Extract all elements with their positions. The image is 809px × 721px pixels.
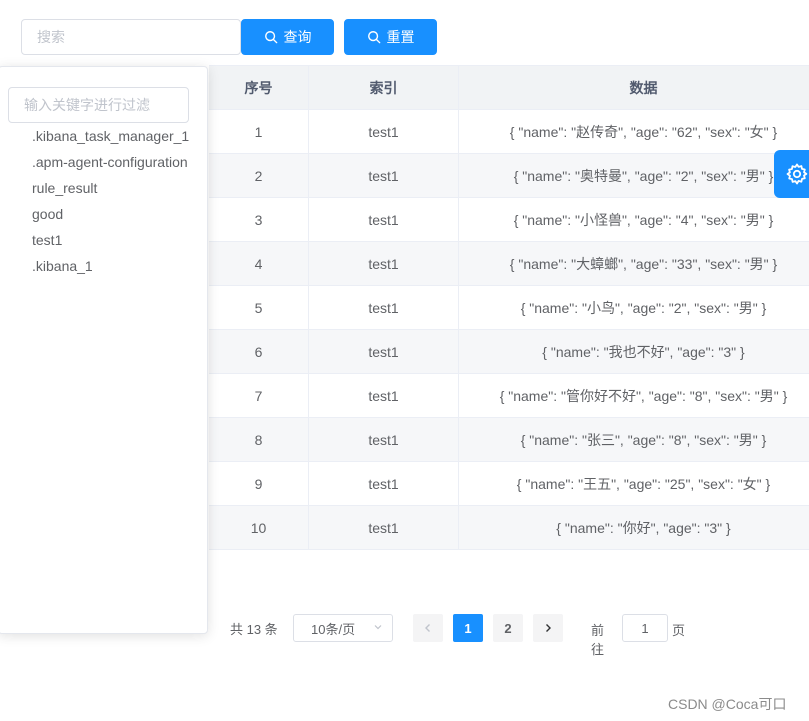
- cell-data: { "name": "赵传奇", "age": "62", "sex": "女"…: [459, 110, 809, 153]
- page: 查询 重置 序号 索引 数据 1test1{ "name": "赵传奇", "a…: [0, 0, 809, 721]
- jumper-suffix: 页: [672, 623, 686, 638]
- cell-data: { "name": "小怪兽", "age": "4", "sex": "男" …: [459, 198, 809, 241]
- tree-item[interactable]: good: [32, 201, 189, 227]
- cell-index: test1: [309, 110, 459, 153]
- chevron-right-icon: [546, 624, 551, 632]
- cell-index: test1: [309, 154, 459, 197]
- cell-data: { "name": "奥特曼", "age": "2", "sex": "男" …: [459, 154, 809, 197]
- page-size-select[interactable]: 10条/页: [293, 614, 393, 642]
- tree-item[interactable]: test1: [32, 227, 189, 253]
- table-row[interactable]: 7 test1{ "name": "管你好不好", "age": "8", "se…: [209, 374, 809, 418]
- chevron-down-icon: [374, 625, 382, 630]
- filter-input[interactable]: [8, 87, 189, 123]
- query-button[interactable]: 查询: [241, 19, 334, 55]
- table-row[interactable]: 3 test1{ "name": "小怪兽", "age": "4", "sex"…: [209, 198, 809, 242]
- table-row[interactable]: 10 test1{ "name": "你好", "age": "3" }: [209, 506, 809, 550]
- table-row[interactable]: 2 test1{ "name": "奥特曼", "age": "2", "sex"…: [209, 154, 809, 198]
- cell-data: { "name": "小鸟", "age": "2", "sex": "男" }: [459, 286, 809, 329]
- cell-index: test1: [309, 242, 459, 285]
- cell-no: 3: [209, 198, 309, 241]
- cell-data: { "name": "大蟑螂", "age": "33", "sex": "男"…: [459, 242, 809, 285]
- table-row[interactable]: 1 test1{ "name": "赵传奇", "age": "62", "sex…: [209, 110, 809, 154]
- tree-item[interactable]: .apm-agent-configuration: [32, 149, 189, 175]
- settings-button[interactable]: [774, 150, 809, 198]
- gear-icon: [786, 163, 808, 185]
- index-tree: .kibana_task_manager_1 .apm-agent-config…: [32, 123, 189, 279]
- tree-item[interactable]: .kibana_1: [32, 253, 189, 279]
- cell-data: { "name": "我也不好", "age": "3" }: [459, 330, 809, 373]
- pagination: 共 13 条 10条/页 1 2 前往 页: [230, 614, 685, 657]
- cell-no: 8: [209, 418, 309, 461]
- table-header: 序号 索引 数据: [209, 65, 809, 110]
- search-icon: [264, 31, 277, 44]
- cell-index: test1: [309, 330, 459, 373]
- next-page-button[interactable]: [533, 614, 563, 642]
- table-body: 1 test1{ "name": "赵传奇", "age": "62", "sex…: [209, 110, 809, 550]
- cell-no: 10: [209, 506, 309, 549]
- chevron-left-icon: [425, 624, 430, 632]
- tree-item[interactable]: .kibana_task_manager_1: [32, 123, 189, 149]
- table-row[interactable]: 5 test1{ "name": "小鸟", "age": "2", "sex":…: [209, 286, 809, 330]
- cell-data: { "name": "张三", "age": "8", "sex": "男" }: [459, 418, 809, 461]
- column-header-no: 序号: [209, 66, 309, 109]
- query-button-label: 查询: [283, 29, 312, 45]
- page-size-value: 10条/页: [311, 621, 356, 637]
- cell-index: test1: [309, 462, 459, 505]
- cell-index: test1: [309, 286, 459, 329]
- table-row[interactable]: 6 test1{ "name": "我也不好", "age": "3" }: [209, 330, 809, 374]
- page-button-2[interactable]: 2: [493, 614, 523, 642]
- cell-no: 9: [209, 462, 309, 505]
- pagination-total: 共 13 条: [230, 621, 278, 637]
- table-row[interactable]: 8 test1{ "name": "张三", "age": "8", "sex":…: [209, 418, 809, 462]
- column-header-index: 索引: [309, 66, 459, 109]
- page-button-1[interactable]: 1: [453, 614, 483, 642]
- tree-item[interactable]: rule_result: [32, 175, 189, 201]
- jumper-prefix: 前往: [591, 623, 605, 657]
- cell-no: 6: [209, 330, 309, 373]
- cell-no: 4: [209, 242, 309, 285]
- cell-no: 2: [209, 154, 309, 197]
- table-row[interactable]: 9 test1{ "name": "王五", "age": "25", "sex"…: [209, 462, 809, 506]
- cell-index: test1: [309, 374, 459, 417]
- cell-no: 1: [209, 110, 309, 153]
- search-input[interactable]: [21, 19, 241, 55]
- cell-data: { "name": "王五", "age": "25", "sex": "女" …: [459, 462, 809, 505]
- cell-index: test1: [309, 506, 459, 549]
- page-jumper-input[interactable]: [622, 614, 668, 642]
- index-filter-panel: .kibana_task_manager_1 .apm-agent-config…: [0, 66, 208, 634]
- cell-no: 7: [209, 374, 309, 417]
- cell-data: { "name": "你好", "age": "3" }: [459, 506, 809, 549]
- reset-button[interactable]: 重置: [344, 19, 437, 55]
- cell-no: 5: [209, 286, 309, 329]
- cell-data: { "name": "管你好不好", "age": "8", "sex": "男…: [459, 374, 809, 417]
- cell-index: test1: [309, 198, 459, 241]
- data-table: 序号 索引 数据 1 test1{ "name": "赵传奇", "age": "…: [209, 65, 809, 550]
- table-row[interactable]: 4 test1{ "name": "大蟑螂", "age": "33", "sex…: [209, 242, 809, 286]
- cell-index: test1: [309, 418, 459, 461]
- column-header-data: 数据: [459, 66, 809, 109]
- search-icon: [367, 31, 380, 44]
- watermark: CSDN @Coca可口: [668, 696, 787, 712]
- prev-page-button[interactable]: [413, 614, 443, 642]
- reset-button-label: 重置: [386, 29, 415, 45]
